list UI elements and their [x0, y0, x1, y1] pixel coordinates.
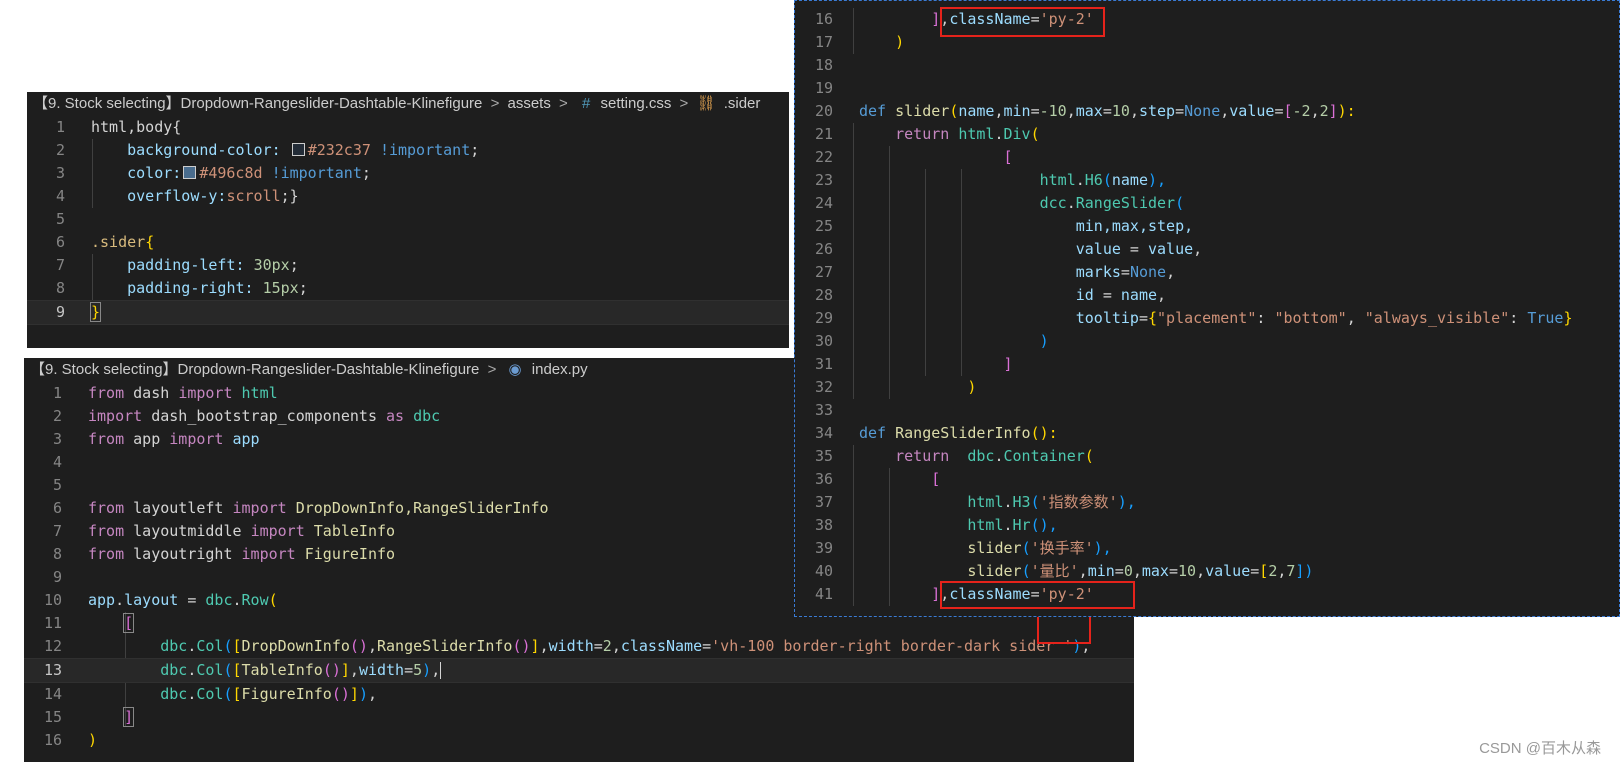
code-line: 41 ],className='py-2': [814, 585, 1094, 603]
code-line: 35 return dbc.Container(: [814, 447, 1094, 465]
python-file-icon: ◉: [508, 361, 522, 378]
code-line: 16): [43, 731, 98, 749]
code-line: 23 html.H6(name),: [814, 171, 1167, 189]
breadcrumb-separator: >: [490, 95, 500, 112]
code-line: 36 [: [814, 470, 941, 488]
code-line: 4 overflow-y:scroll;}: [55, 187, 299, 205]
watermark: CSDN @百木从森: [1479, 740, 1601, 757]
code-line: 3 color: #496c8d !important;: [55, 164, 371, 182]
code-line: 22 [: [814, 148, 1013, 166]
code-line: 28 id = name,: [814, 286, 1167, 304]
code-line: 20 def slider(name,min=-10,max=10,step=No…: [814, 102, 1356, 120]
code-line: 12 dbc.Col([DropDownInfo(),RangeSliderIn…: [43, 637, 1091, 655]
breadcrumb-symbol[interactable]: .sider: [724, 95, 761, 112]
code-line: 1 html,body{: [55, 118, 182, 136]
color-swatch[interactable]: [291, 143, 305, 156]
code-line: 33: [814, 401, 833, 419]
code-line-current: 13 dbc.Col([TableInfo()],width=5),: [24, 658, 1134, 683]
classname-annotation-box-bottom: [940, 581, 1135, 609]
symbol-icon: ⛓: [696, 95, 716, 112]
code-line: 32 ): [814, 378, 977, 396]
code-line: 38 html.Hr(),: [814, 516, 1058, 534]
code-line: 34 def RangeSliderInfo():: [814, 424, 1058, 442]
breadcrumb-folder[interactable]: 【9. Stock selecting】Dropdown-Rangeslider…: [30, 361, 479, 378]
code-line: 37 html.H3('指数参数'),: [814, 493, 1136, 511]
css-breadcrumb: 【9. Stock selecting】Dropdown-Rangeslider…: [27, 92, 789, 116]
code-line: 30 ): [814, 332, 1049, 350]
css-editor-panel: 【9. Stock selecting】Dropdown-Rangeslider…: [27, 92, 789, 348]
code-line: 21 return html.Div(: [814, 125, 1040, 143]
breadcrumb-subfolder[interactable]: assets: [508, 95, 551, 112]
code-line: 17 ): [814, 33, 905, 51]
breadcrumb-separator: >: [487, 361, 497, 378]
classname-annotation-box-top: [940, 7, 1105, 37]
code-line: 19: [814, 79, 833, 97]
code-line: 18: [814, 56, 833, 74]
code-line: 5: [55, 210, 65, 228]
code-line: 26 value = value,: [814, 240, 1203, 258]
code-line: 7 padding-left: 30px;: [55, 256, 299, 274]
code-line: 25 min,max,step,: [814, 217, 1194, 235]
code-line: 6 .sider{: [55, 233, 155, 251]
code-line: 39 slider('换手率'),: [814, 539, 1112, 557]
breadcrumb-file[interactable]: setting.css: [600, 95, 671, 112]
text-cursor: [440, 662, 442, 679]
css-file-icon: #: [581, 95, 591, 112]
breadcrumb-folder[interactable]: 【9. Stock selecting】Dropdown-Rangeslider…: [33, 95, 482, 112]
sider-annotation-box: [1037, 613, 1091, 644]
code-line: 16 ],className='py-2': [814, 10, 1094, 28]
code-line: 31 ]: [814, 355, 1013, 373]
code-line: 15 ]: [43, 707, 135, 727]
code-line: 40 slider('量比',min=0,max=10,value=[2,7]): [814, 562, 1314, 580]
code-line: 2 background-color: #232c37 !important;: [55, 141, 480, 159]
code-line: 24 dcc.RangeSlider(: [814, 194, 1185, 212]
breadcrumb-file[interactable]: index.py: [532, 361, 588, 378]
code-line: 14 dbc.Col([FigureInfo()]),: [43, 685, 377, 703]
color-swatch[interactable]: [183, 166, 197, 179]
code-line: 27 marks=None,: [814, 263, 1176, 281]
layoutleft-code-area[interactable]: 16 ],className='py-2' 17 ) 18 19 20 def s…: [795, 8, 1619, 606]
css-code-area[interactable]: 1 html,body{ 2 background-color: #232c37 …: [27, 116, 789, 325]
code-line: 29 tooltip={"placement": "bottom", "alwa…: [814, 309, 1573, 327]
breadcrumb-separator: >: [559, 95, 568, 112]
layoutleft-editor-panel: 16 ],className='py-2' 17 ) 18 19 20 def s…: [794, 0, 1620, 617]
code-line: 8 padding-right: 15px;: [55, 279, 308, 297]
code-line-current: 9}: [27, 300, 789, 325]
breadcrumb-separator: >: [679, 95, 689, 112]
